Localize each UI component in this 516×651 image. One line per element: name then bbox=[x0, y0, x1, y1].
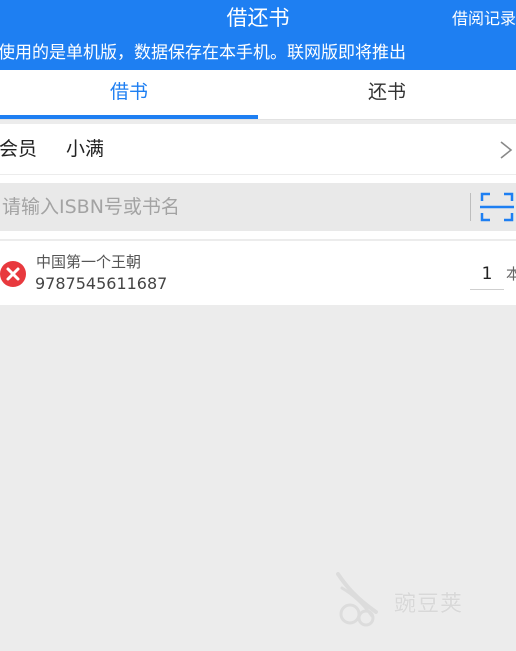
book-title: 中国第一个王朝 bbox=[36, 253, 142, 271]
remove-icon[interactable] bbox=[0, 261, 26, 287]
watermark-text: 豌豆荚 bbox=[394, 592, 464, 617]
scan-icon[interactable] bbox=[480, 191, 514, 223]
tab-borrow[interactable]: 借书 bbox=[0, 70, 258, 119]
quantity-input[interactable] bbox=[470, 259, 504, 290]
tab-return[interactable]: 还书 bbox=[258, 70, 516, 119]
page-title: 借还书 bbox=[226, 6, 290, 30]
search-divider bbox=[470, 193, 471, 221]
chevron-right-icon bbox=[500, 141, 513, 159]
tab-bar: 借书 还书 bbox=[0, 70, 516, 120]
member-name: 小满 bbox=[66, 138, 105, 160]
borrow-records-link[interactable]: 借阅记录 bbox=[452, 0, 516, 37]
active-tab-indicator bbox=[0, 115, 258, 119]
book-isbn: 9787545611687 bbox=[35, 274, 168, 293]
pea-logo-icon bbox=[336, 572, 378, 627]
quantity-unit: 本 bbox=[506, 265, 516, 283]
watermark: 豌豆荚 bbox=[332, 568, 492, 628]
top-bar: 借还书 借阅记录 bbox=[0, 0, 516, 37]
list-item: 中国第一个王朝 9787545611687 本 bbox=[0, 240, 516, 305]
notice-banner: 使用的是单机版，数据保存在本手机。联网版即将推出 bbox=[0, 37, 516, 70]
search-input[interactable] bbox=[2, 183, 458, 231]
member-label: 会员 bbox=[0, 138, 38, 160]
search-bar bbox=[0, 175, 516, 239]
member-selector[interactable]: 会员 小满 bbox=[0, 124, 516, 175]
